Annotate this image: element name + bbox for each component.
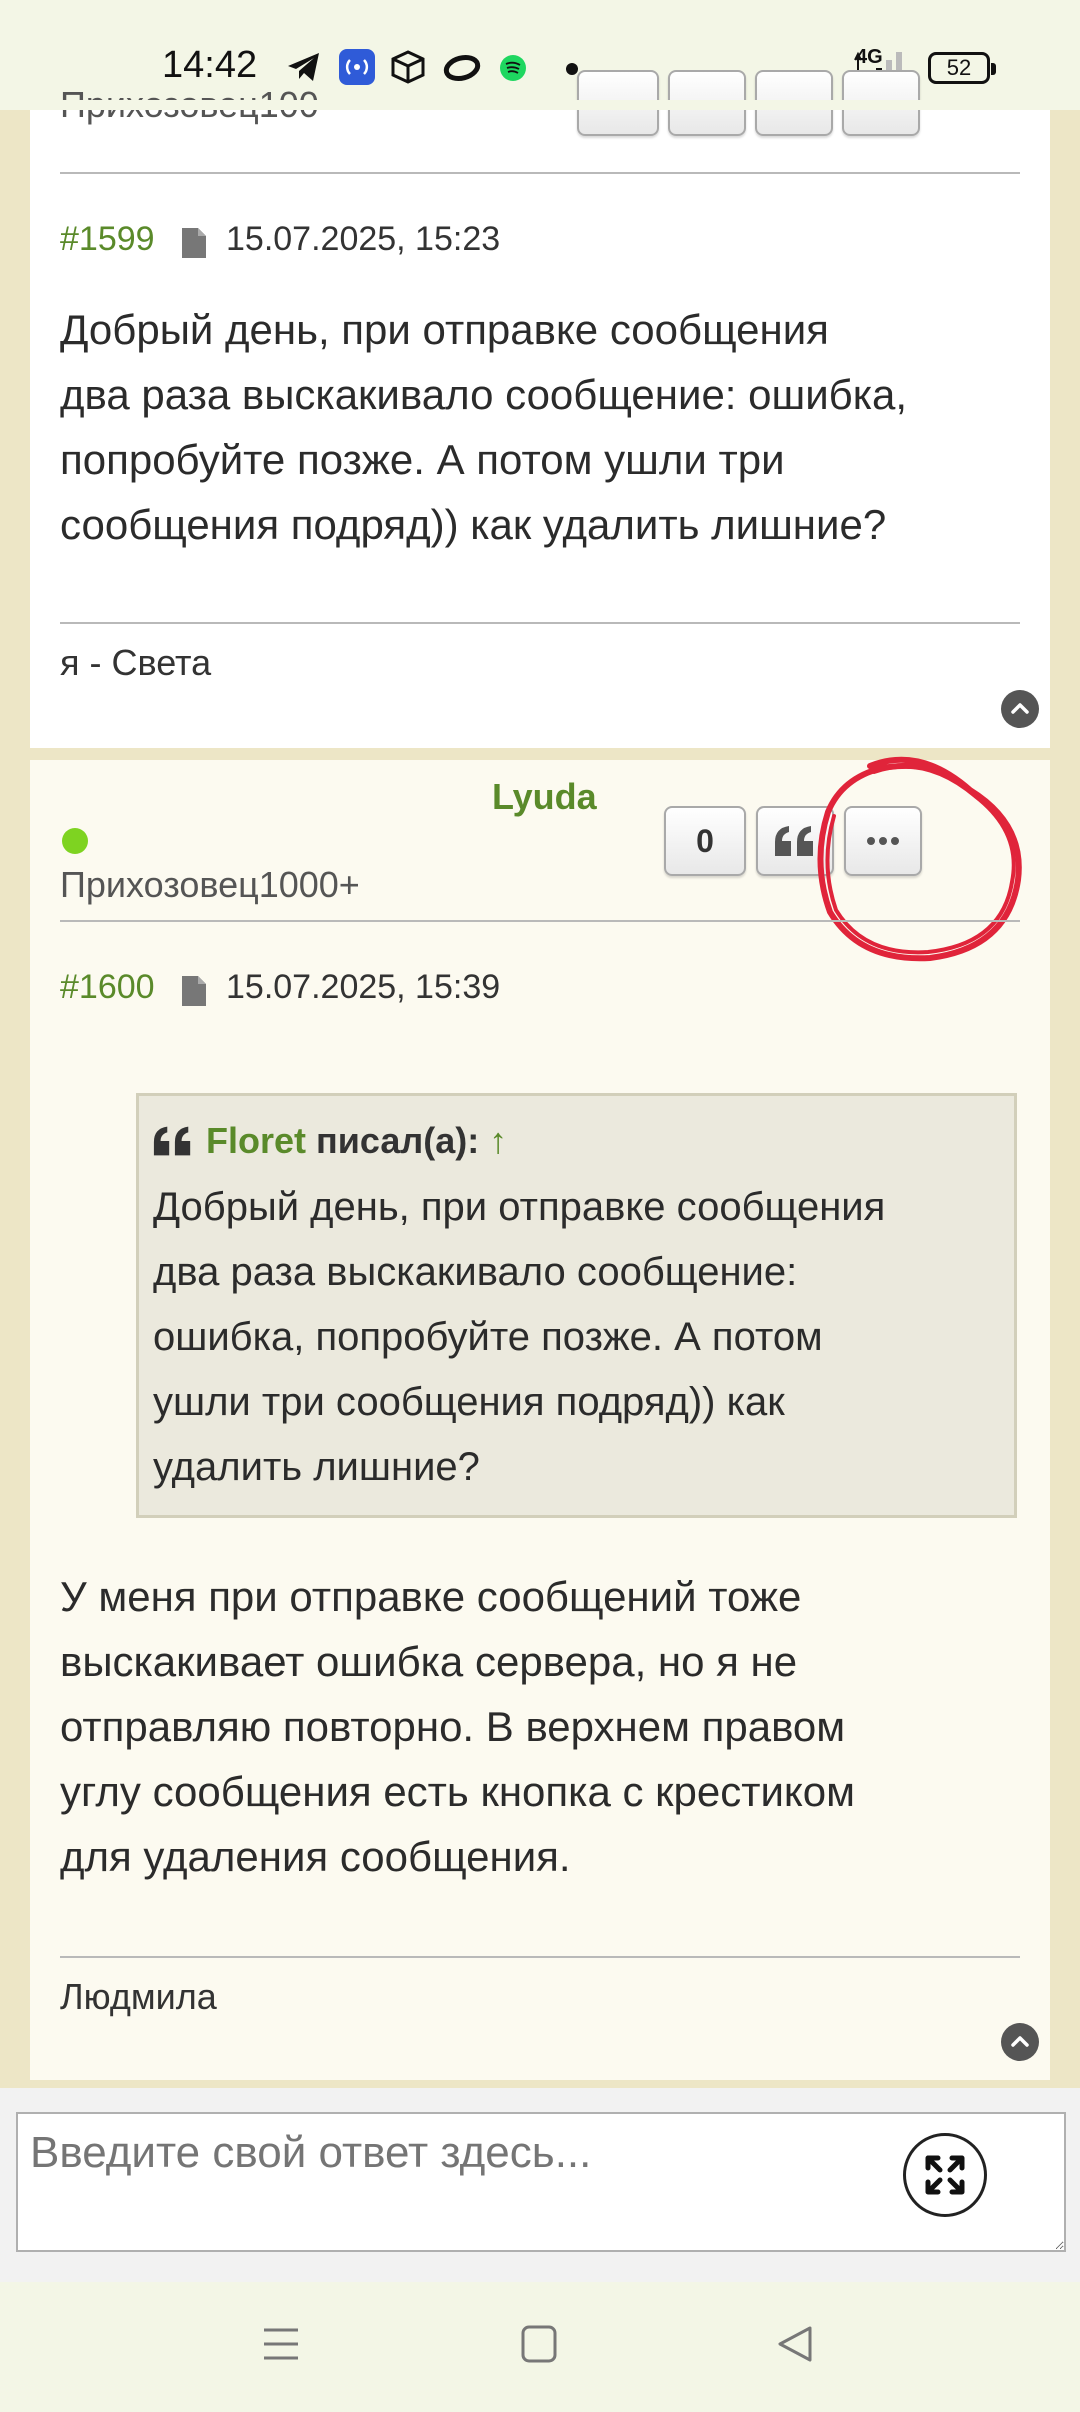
- post-1600-date: 15.07.2025, 15:39: [226, 968, 501, 1006]
- post-1599-signature: я - Света: [60, 642, 212, 683]
- quote-mark-icon: [153, 1126, 191, 1156]
- quote-line: удалить лишние?: [153, 1445, 480, 1489]
- post-1599-date: 15.07.2025, 15:23: [226, 220, 501, 258]
- status-time: 14:42: [162, 44, 258, 86]
- ring-icon: [443, 54, 481, 82]
- post-1600-line: выскакивает ошибка сервера, но я не: [60, 1638, 798, 1685]
- notification-dot-icon: [566, 63, 578, 75]
- post-1600-like-count-button[interactable]: 0: [664, 806, 746, 876]
- post-1599-top-divider: [60, 172, 1020, 174]
- post-1599-body: Добрый день, при отправке сообщения два …: [60, 297, 1040, 557]
- post-1600-file-icon: [182, 976, 206, 1006]
- box-icon: [391, 50, 425, 84]
- expand-arrows-icon: [925, 2155, 965, 2195]
- post-1600-line: для удаления сообщения.: [60, 1833, 571, 1880]
- battery-indicator: 52: [928, 52, 996, 84]
- red-circle-annotation: [817, 756, 1022, 962]
- back-to-top-button[interactable]: [1001, 690, 1039, 728]
- post-1600-body: У меня при отправке сообщений тоже выска…: [60, 1564, 1040, 1889]
- post-1599-line: сообщения подряд)) как удалить лишние?: [60, 501, 887, 548]
- back-icon[interactable]: [776, 2324, 814, 2364]
- expand-editor-button[interactable]: [903, 2133, 987, 2217]
- spotify-icon: [500, 55, 526, 81]
- chevron-up-icon: [1011, 703, 1029, 714]
- menu-icon[interactable]: [262, 2324, 300, 2364]
- post-1600-line: У меня при отправке сообщений тоже: [60, 1573, 802, 1620]
- online-status-dot: [62, 828, 88, 854]
- post-1599-file-icon: [182, 228, 206, 258]
- quote-line: ошибка, попробуйте позже. А потом: [153, 1315, 823, 1359]
- post-1600-number-link[interactable]: #1600: [60, 968, 155, 1007]
- quote-source-arrow-link[interactable]: ↑: [489, 1120, 507, 1161]
- post-1600-top-divider: [60, 920, 1020, 922]
- post-1600-signature-divider: [60, 1956, 1020, 1958]
- system-nav-bar: [0, 2282, 1080, 2412]
- quote-author-link[interactable]: Floret: [206, 1120, 306, 1161]
- telegram-icon: [288, 53, 319, 81]
- post-1600-signature: Людмила: [60, 1976, 217, 2017]
- back-to-top-button[interactable]: [1001, 2023, 1039, 2061]
- post-1600-line: отправляю повторно. В верхнем правом: [60, 1703, 846, 1750]
- quote-line: ушли три сообщения подряд)) как: [153, 1380, 785, 1424]
- post-1600-author-link[interactable]: Lyuda: [492, 776, 597, 818]
- post-1600-author-rank: Прихозовец1000+: [60, 864, 360, 905]
- home-icon[interactable]: [520, 2324, 558, 2364]
- quote-said-label: писал(а):: [316, 1120, 480, 1161]
- quote-header: Floret писал(а): ↑: [206, 1120, 507, 1162]
- post-1600-line: углу сообщения есть кнопка с крестиком: [60, 1768, 856, 1815]
- quote-line: Добрый день, при отправке сообщения: [153, 1185, 886, 1229]
- quote-line: два раза выскакивало сообщение:: [153, 1250, 798, 1294]
- post-1599-line: Добрый день, при отправке сообщения: [60, 306, 829, 353]
- status-bar-edge: [0, 100, 1080, 110]
- post-1599-line: попробуйте позже. А потом ушли три: [60, 436, 785, 483]
- post-1599-signature-divider: [60, 622, 1020, 624]
- post-1599-line: два раза выскакивало сообщение: ошибка,: [60, 371, 908, 418]
- hotspot-icon: [339, 49, 375, 85]
- post-1599-number-link[interactable]: #1599: [60, 220, 155, 259]
- chevron-up-icon: [1011, 2036, 1029, 2047]
- quote-text: Добрый день, при отправке сообщения два …: [153, 1175, 1003, 1500]
